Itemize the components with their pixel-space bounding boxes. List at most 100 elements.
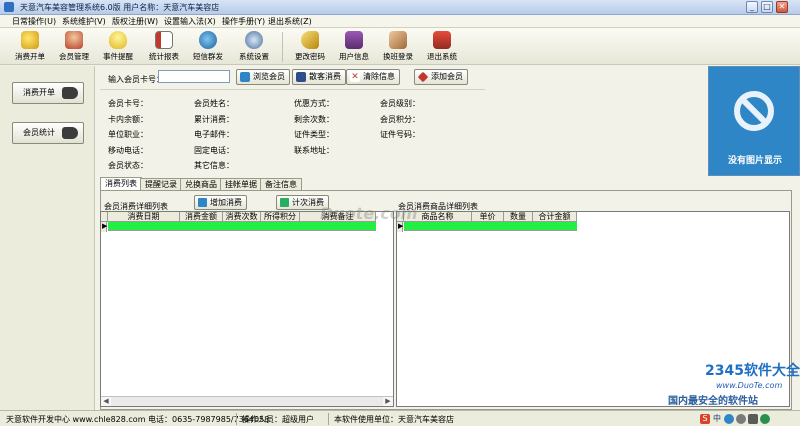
- browse-icon: [240, 72, 250, 82]
- column-header[interactable]: 合计金额: [533, 212, 577, 222]
- status-company: 天意软件开发中心 www.chle828.com 电话：0635-7987985…: [6, 415, 270, 424]
- toolbar-label: 更改密码: [295, 52, 325, 61]
- clear-info-button[interactable]: ✕ 清除信息: [346, 69, 400, 85]
- bulb-icon: [109, 31, 127, 49]
- member-photo: 没有图片显示: [708, 66, 800, 176]
- guest-consume-button[interactable]: 散客消费: [292, 69, 346, 85]
- ime-keyboard-icon[interactable]: [748, 414, 758, 424]
- pointing-hand-icon: [62, 87, 78, 99]
- add-member-label: 添加会员: [431, 72, 463, 81]
- report-icon: [155, 31, 173, 49]
- consume-order-button[interactable]: 消费开单: [12, 82, 84, 104]
- status-operator: 操作人员：超级用户: [242, 415, 314, 424]
- divider: [100, 89, 485, 90]
- table-row[interactable]: [108, 222, 376, 231]
- toolbar-label: 会员管理: [59, 52, 89, 61]
- field-remaining-times: 剩余次数：: [294, 115, 334, 124]
- toolbar-exit-button[interactable]: 退出系统: [420, 30, 464, 64]
- field-points: 会员积分：: [380, 115, 420, 124]
- toolbar-label: 短信群发: [193, 52, 223, 61]
- member-icon: [65, 31, 83, 49]
- browse-members-button[interactable]: 浏览会员: [236, 69, 290, 85]
- toolbar-consume-button[interactable]: 消费开单: [8, 30, 52, 64]
- consume-detail-grid[interactable]: 消费日期 消费金额 消费次数 所得积分 消费备注 ▶ ◀ ▶: [100, 211, 394, 407]
- column-header[interactable]: 消费日期: [108, 212, 180, 222]
- sms-icon: [199, 31, 217, 49]
- column-header[interactable]: 所得积分: [261, 212, 300, 222]
- no-image-text: 没有图片显示: [727, 156, 782, 166]
- app-icon: [4, 2, 14, 12]
- field-balance: 卡内余额：: [108, 115, 148, 124]
- field-email: 电子邮件：: [194, 130, 234, 139]
- left-panel: 消费开单 会员统计: [0, 66, 95, 410]
- watermark-slogan: 国内最安全的软件站: [668, 396, 758, 407]
- consume-order-label: 消费开单: [23, 88, 55, 97]
- count-consume-icon: [280, 198, 289, 207]
- menu-daily[interactable]: 日常操作(U): [12, 16, 56, 27]
- toolbar-report-button[interactable]: 统计报表: [142, 30, 186, 64]
- column-header[interactable]: 消费次数: [223, 212, 261, 222]
- status-divider: [236, 413, 237, 425]
- row-header-corner: [101, 212, 108, 222]
- row-indicator: ▶: [397, 222, 403, 232]
- card-number-label: 输入会员卡号：: [108, 75, 164, 84]
- scroll-left-icon[interactable]: ◀: [101, 397, 111, 406]
- field-discount: 优惠方式：: [294, 99, 334, 108]
- toolbar-shift-button[interactable]: 换班登录: [376, 30, 420, 64]
- minimize-icon[interactable]: _: [746, 1, 758, 13]
- maximize-icon[interactable]: □: [761, 1, 773, 13]
- add-member-button[interactable]: 添加会员: [414, 69, 468, 85]
- toolbar-settings-button[interactable]: 系统设置: [232, 30, 276, 64]
- field-other-info: 其它信息：: [194, 161, 234, 170]
- scroll-right-icon[interactable]: ▶: [383, 397, 393, 406]
- field-status: 会员状态：: [108, 161, 148, 170]
- ime-moon-icon[interactable]: [724, 414, 734, 424]
- toolbar-sms-button[interactable]: 短信群发: [186, 30, 230, 64]
- settings-icon: [245, 31, 263, 49]
- toolbar-member-button[interactable]: 会员管理: [52, 30, 96, 64]
- pointing-hand-icon: [62, 127, 78, 139]
- menu-exit[interactable]: 退出系统(Z): [268, 16, 312, 27]
- column-header[interactable]: 数量: [504, 212, 533, 222]
- toolbar-reminder-button[interactable]: 事件提醒: [96, 30, 140, 64]
- ime-chinese-icon[interactable]: 中: [712, 414, 722, 424]
- field-member-name: 会员姓名：: [194, 99, 234, 108]
- current-row-arrow-icon: ▶: [102, 222, 108, 230]
- add-consume-icon: [198, 198, 207, 207]
- menu-maintenance[interactable]: 系统维护(V): [62, 16, 106, 27]
- ime-s-icon[interactable]: S: [700, 414, 710, 424]
- toolbar-label: 换班登录: [383, 52, 413, 61]
- card-number-input[interactable]: [158, 70, 230, 83]
- menu-manual[interactable]: 操作手册(Y): [222, 16, 265, 27]
- status-divider: [328, 413, 329, 425]
- menu-input-method[interactable]: 设置输入法(X): [164, 16, 216, 27]
- ime-settings-icon[interactable]: [760, 414, 770, 424]
- field-id-number: 证件号码：: [380, 130, 420, 139]
- toolbar: 消费开单 会员管理 事件提醒 统计报表 短信群发 系统设置 更改密码 用户信息 …: [0, 27, 800, 65]
- toolbar-password-button[interactable]: 更改密码: [288, 30, 332, 64]
- current-row-arrow-icon: ▶: [398, 222, 404, 230]
- handshake-icon: [389, 31, 407, 49]
- ime-punct-icon[interactable]: [736, 414, 746, 424]
- field-id-type: 证件类型：: [294, 130, 334, 139]
- menu-register[interactable]: 版权注册(W): [112, 16, 158, 27]
- toolbar-label: 事件提醒: [103, 52, 133, 61]
- window-title: 天意汽车美容管理系统6.0版 用户名称：天意汽车美容店: [20, 3, 220, 12]
- book-icon: [345, 31, 363, 49]
- close-icon[interactable]: ✕: [776, 1, 788, 13]
- table-row[interactable]: [404, 222, 577, 231]
- member-stats-button[interactable]: 会员统计: [12, 122, 84, 144]
- column-header[interactable]: 消费金额: [180, 212, 223, 222]
- toolbar-userinfo-button[interactable]: 用户信息: [332, 30, 376, 64]
- horizontal-scrollbar[interactable]: ◀ ▶: [101, 396, 393, 406]
- toolbar-label: 退出系统: [427, 52, 457, 61]
- clear-icon: ✕: [350, 72, 360, 82]
- watermark-duote: Duote.com: [320, 204, 418, 223]
- column-header[interactable]: 单价: [472, 212, 504, 222]
- add-consume-button[interactable]: 增加消费: [194, 195, 247, 210]
- watermark-2345-brand: 2345软件大全: [705, 363, 800, 379]
- toolbar-label: 统计报表: [149, 52, 179, 61]
- tab-consume-list[interactable]: 消费列表: [100, 177, 142, 191]
- browse-members-label: 浏览会员: [253, 72, 285, 81]
- status-bar: 天意软件开发中心 www.chle828.com 电话：0635-7987985…: [0, 410, 800, 426]
